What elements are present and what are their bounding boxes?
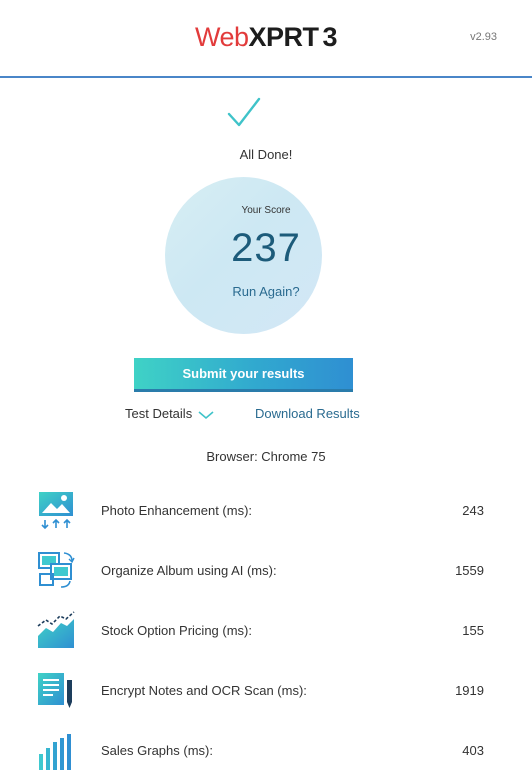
score-label: Your Score (241, 205, 291, 216)
result-name: Sales Graphs (ms): (101, 743, 213, 758)
done-status-text: All Done! (239, 147, 293, 162)
result-row-sales-graphs: Sales Graphs (ms): 403 (0, 730, 532, 770)
sales-graphs-icon (39, 734, 71, 770)
result-row-photo-enhancement: Photo Enhancement (ms): 243 (0, 490, 532, 530)
photo-enhancement-icon (39, 492, 73, 530)
result-value: 1559 (455, 563, 484, 578)
result-name: Photo Enhancement (ms): (101, 503, 253, 518)
result-name: Organize Album using AI (ms): (101, 563, 277, 578)
brand-logo: WebXPRT 3 (0, 22, 532, 53)
result-name: Encrypt Notes and OCR Scan (ms): (101, 683, 307, 698)
result-row-stock-option-pricing: Stock Option Pricing (ms): 155 (0, 610, 532, 650)
brand-xprt-text: XPRT (248, 22, 319, 52)
test-details-label: Test Details (125, 406, 193, 421)
browser-info: Browser: Chrome 75 (206, 449, 326, 464)
result-value: 1919 (455, 683, 484, 698)
result-value: 403 (462, 743, 484, 758)
organize-album-icon (38, 552, 75, 588)
result-value: 243 (462, 503, 484, 518)
check-icon (227, 97, 261, 127)
download-results-link[interactable]: Download Results (255, 406, 360, 421)
brand-web-text: Web (194, 22, 249, 52)
encrypt-notes-icon (38, 673, 72, 708)
score-value: 237 (231, 226, 301, 270)
chevron-down-icon (198, 410, 214, 419)
brand-number-text: 3 (322, 22, 338, 52)
submit-results-button[interactable]: Submit your results (134, 358, 353, 392)
test-details-toggle[interactable]: Test Details (125, 406, 214, 421)
result-name: Stock Option Pricing (ms): (101, 623, 252, 638)
version-label: v2.93 (470, 31, 497, 43)
app-header: WebXPRT 3 v2.93 (0, 0, 532, 78)
result-row-encrypt-notes: Encrypt Notes and OCR Scan (ms): 1919 (0, 670, 532, 710)
run-again-link[interactable]: Run Again? (0, 284, 532, 299)
result-value: 155 (462, 623, 484, 638)
stock-chart-icon (37, 611, 75, 648)
result-row-organize-album: Organize Album using AI (ms): 1559 (0, 550, 532, 590)
